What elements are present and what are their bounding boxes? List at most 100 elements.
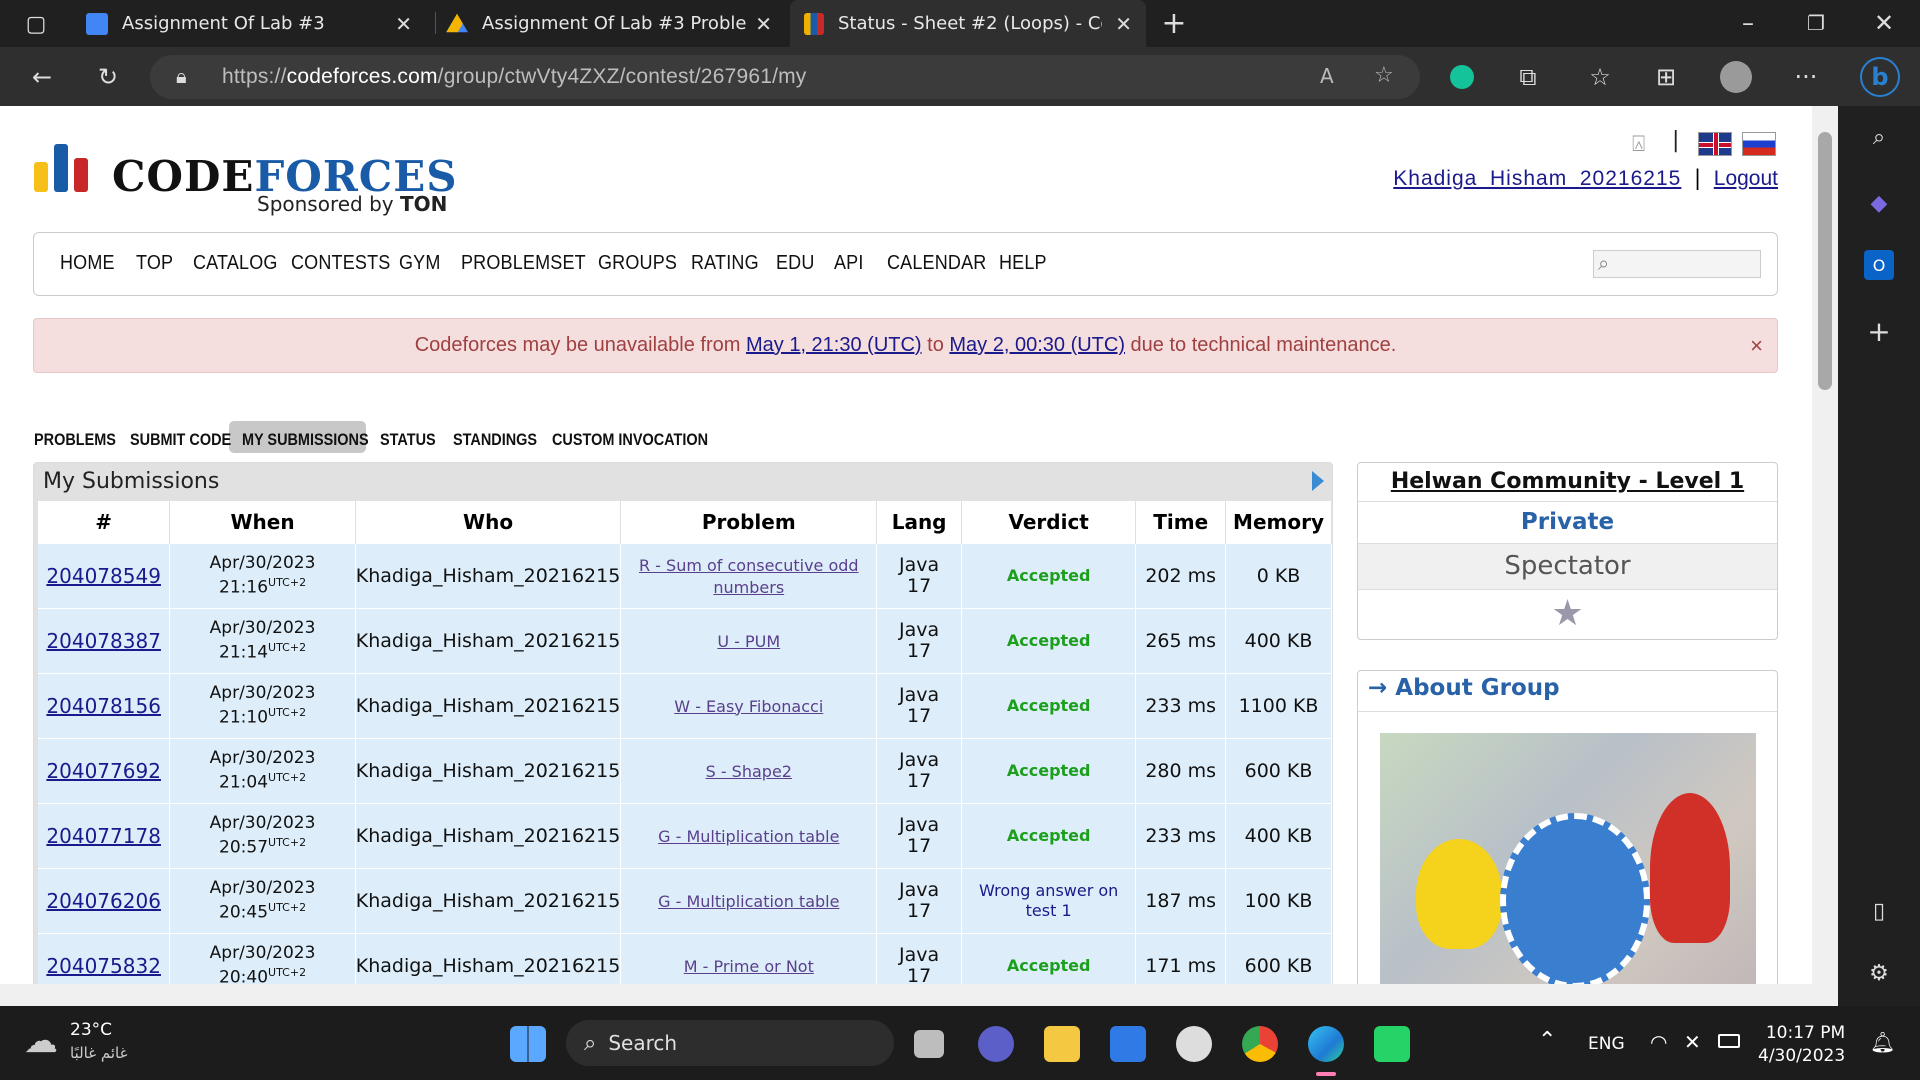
menu-calendar[interactable]: CALENDAR (887, 252, 986, 275)
tab-submit-code[interactable]: SUBMIT CODE (130, 430, 231, 450)
tab-codeforces[interactable]: Status - Sheet #2 (Loops) - Codef ✕ (790, 0, 1146, 47)
submission-id-link[interactable]: 204077692 (46, 759, 161, 783)
menu-home[interactable]: HOME (60, 252, 115, 275)
restore-icon[interactable]: ❐ (1798, 5, 1834, 41)
teams-chat-icon[interactable] (978, 1026, 1014, 1062)
clock-app-icon[interactable] (1176, 1026, 1212, 1062)
system-clock[interactable]: 10:17 PM 4/30/2023 (1758, 1022, 1845, 1068)
close-tab-icon[interactable]: ✕ (1115, 12, 1132, 36)
codeforces-logo[interactable] (34, 144, 94, 192)
menu-rating[interactable]: RATING (691, 252, 759, 275)
menu-problemset[interactable]: PROBLEMSET (461, 252, 586, 275)
menu-search-input[interactable]: ⌕ (1593, 250, 1761, 278)
problem-link[interactable]: U - PUM (717, 632, 780, 651)
menu-gym[interactable]: GYM (399, 252, 441, 275)
about-group-title[interactable]: → About Group (1368, 675, 1560, 701)
tab-problems[interactable]: PROBLEMS (34, 430, 116, 450)
menu-help[interactable]: HELP (999, 252, 1047, 275)
bing-chat-icon[interactable]: b (1860, 57, 1900, 97)
bell-icon[interactable]: ⍓ (1632, 132, 1645, 157)
tab-status[interactable]: STATUS (380, 430, 436, 450)
chrome-icon[interactable] (1242, 1026, 1278, 1062)
logout-link[interactable]: Logout (1714, 167, 1778, 190)
tab-my-submissions[interactable]: MY SUBMISSIONS (242, 430, 369, 450)
submission-author[interactable]: Khadiga_Hisham_20216215 (355, 737, 622, 803)
menu-api[interactable]: API (834, 252, 864, 275)
star-icon[interactable]: ★ (1358, 589, 1777, 639)
tab-classroom[interactable]: Assignment Of Lab #3 ✕ (86, 0, 426, 47)
whatsapp-icon[interactable] (1374, 1026, 1410, 1062)
tab-drive[interactable]: Assignment Of Lab #3 Problems ✕ (446, 0, 786, 47)
username-link[interactable]: Khadiga_Hisham_20216215 (1393, 167, 1681, 190)
tab-custom-invocation[interactable]: CUSTOM INVOCATION (552, 430, 708, 450)
close-window-icon[interactable]: ✕ (1866, 5, 1902, 41)
menu-catalog[interactable]: CATALOG (193, 252, 278, 275)
task-view-icon[interactable] (914, 1030, 944, 1058)
group-name[interactable]: Helwan Community - Level 1 (1358, 463, 1777, 501)
tab-standings[interactable]: STANDINGS (453, 430, 537, 450)
sidebar-toggle-icon[interactable]: ▯ (1864, 896, 1894, 926)
add-icon[interactable]: + (1864, 315, 1894, 348)
horizontal-scrollbar[interactable] (0, 984, 1838, 1006)
refresh-icon[interactable]: ↻ (90, 59, 126, 95)
volume-muted-icon[interactable]: ✕ (1684, 1030, 1701, 1054)
submission-author[interactable]: Khadiga_Hisham_20216215 (355, 932, 622, 984)
submission-id-link[interactable]: 204078156 (46, 694, 161, 718)
back-icon[interactable]: ← (24, 59, 60, 95)
submission-id-link[interactable]: 204077178 (46, 824, 161, 848)
profile-icon[interactable] (1718, 59, 1754, 95)
copilot-icon[interactable]: ◆ (1864, 188, 1894, 218)
minimize-icon[interactable]: – (1730, 5, 1766, 41)
english-flag-icon[interactable] (1698, 132, 1732, 156)
extensions-icon[interactable]: ⧉ (1510, 59, 1546, 95)
read-aloud-icon[interactable]: A (1320, 64, 1334, 88)
url-text[interactable]: https://codeforces.com/group/ctwVty4ZXZ/… (222, 65, 807, 89)
favorites-icon[interactable]: ☆ (1582, 59, 1618, 95)
windows-start-icon[interactable] (510, 1026, 546, 1062)
problem-link[interactable]: R - Sum of consecutive odd numbers (639, 556, 859, 597)
edge-icon[interactable] (1308, 1026, 1344, 1062)
menu-edu[interactable]: EDU (776, 252, 815, 275)
problem-link[interactable]: S - Shape2 (706, 762, 792, 781)
todo-icon[interactable] (1110, 1026, 1146, 1062)
alert-from-link[interactable]: May 1, 21:30 (UTC) (746, 334, 922, 356)
taskbar-search[interactable]: ⌕ Search (566, 1020, 894, 1066)
tab-actions-icon[interactable]: ▢ (18, 6, 54, 42)
weather-widget[interactable]: ☁ 23°C غائم غالبًا (24, 1020, 127, 1062)
submission-id-link[interactable]: 204075832 (46, 954, 161, 978)
favorite-add-icon[interactable]: ☆ (1374, 63, 1394, 88)
problem-link[interactable]: M - Prime or Not (684, 957, 814, 976)
submission-author[interactable]: Khadiga_Hisham_20216215 (355, 802, 622, 868)
close-tab-icon[interactable]: ✕ (395, 12, 412, 36)
close-icon[interactable]: × (1750, 319, 1763, 372)
submission-author[interactable]: Khadiga_Hisham_20216215 (355, 867, 622, 933)
submission-id-link[interactable]: 204076206 (46, 889, 161, 913)
file-explorer-icon[interactable] (1044, 1026, 1080, 1062)
russian-flag-icon[interactable] (1742, 132, 1776, 156)
problem-link[interactable]: G - Multiplication table (658, 827, 839, 846)
close-tab-icon[interactable]: ✕ (755, 12, 772, 36)
outlook-icon[interactable]: O (1864, 250, 1894, 280)
menu-top[interactable]: TOP (136, 252, 173, 275)
chevron-up-icon[interactable]: ⌃ (1538, 1028, 1556, 1053)
grammarly-icon[interactable] (1444, 59, 1480, 95)
more-menu-icon[interactable]: ··· (1788, 59, 1824, 95)
menu-contests[interactable]: CONTESTS (291, 252, 390, 275)
search-icon[interactable]: ⌕ (1864, 122, 1894, 152)
new-tab-icon[interactable]: + (1156, 5, 1192, 41)
problem-link[interactable]: W - Easy Fibonacci (674, 697, 823, 716)
wifi-icon[interactable]: ◠ (1650, 1030, 1667, 1054)
toggle-sidebar-icon[interactable] (1312, 471, 1324, 491)
alert-to-link[interactable]: May 2, 00:30 (UTC) (949, 334, 1125, 356)
notification-icon[interactable]: 🔔︎ (1870, 1030, 1895, 1054)
problem-link[interactable]: G - Multiplication table (658, 892, 839, 911)
submission-id-link[interactable]: 204078549 (46, 564, 161, 588)
address-bar[interactable]: 🔒︎ https://codeforces.com/group/ctwVty4Z… (150, 55, 1420, 99)
submission-author[interactable]: Khadiga_Hisham_20216215 (355, 607, 622, 673)
collections-icon[interactable]: ⊞ (1648, 59, 1684, 95)
vertical-scrollbar[interactable] (1812, 106, 1838, 984)
settings-icon[interactable]: ⚙ (1864, 958, 1894, 988)
submission-author[interactable]: Khadiga_Hisham_20216215 (355, 542, 622, 608)
battery-icon[interactable] (1718, 1034, 1740, 1048)
submission-author[interactable]: Khadiga_Hisham_20216215 (355, 672, 622, 738)
